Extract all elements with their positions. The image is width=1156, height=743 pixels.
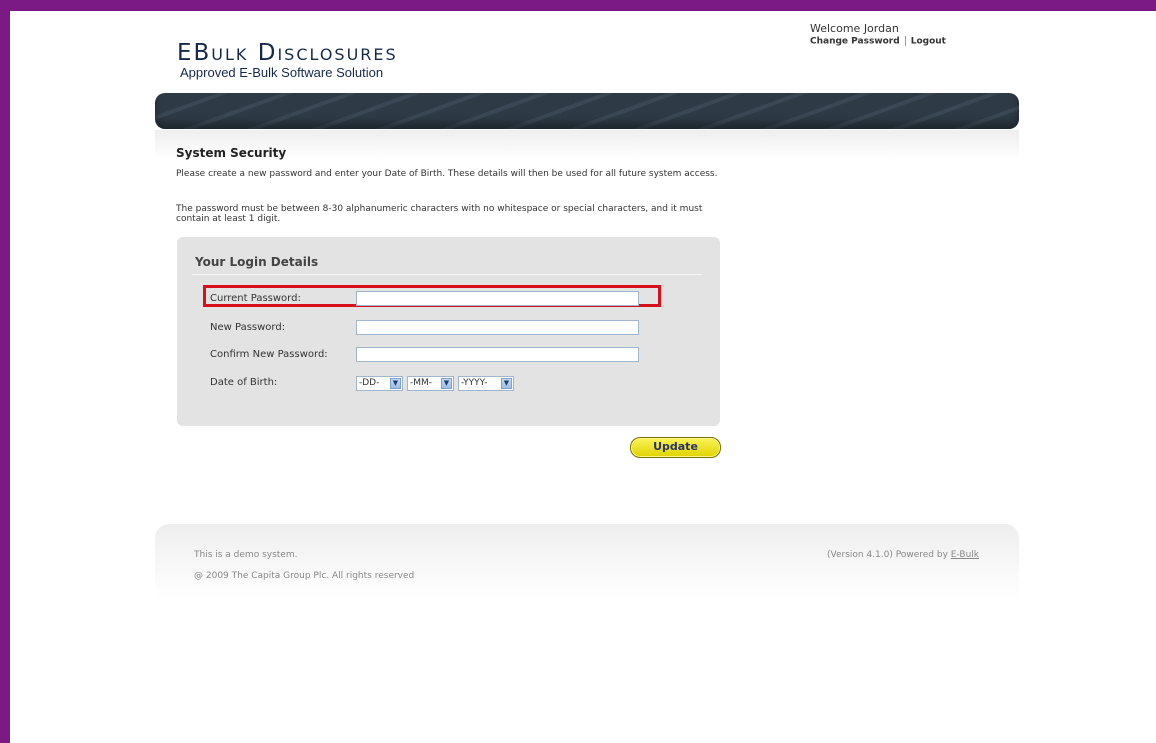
logo: EBulk Disclosures Approved E-Bulk Softwa… [177,41,398,80]
brand-name: EBulk Disclosures [177,40,398,66]
confirm-password-label: Confirm New Password: [210,349,328,360]
panel-divider [192,274,702,275]
current-password-label: Current Password: [210,293,301,304]
current-password-input[interactable] [356,291,639,306]
link-separator [904,36,906,46]
panel-title: Your Login Details [195,255,319,269]
nav-bar [155,93,1019,129]
dob-label: Date of Birth: [210,377,278,388]
change-password-link[interactable]: Change Password [810,37,900,47]
version-text: (Version 4.1.0) Powered by [827,550,948,560]
dob-month-value: -MM- [410,378,433,388]
chevron-down-icon: ▼ [441,378,452,389]
window-frame-left [0,0,10,743]
update-button[interactable]: Update [630,437,721,458]
footer: This is a demo system. @ 2009 The Capita… [155,524,1019,599]
page-title: System Security [176,146,287,160]
dob-month-select[interactable]: -MM- ▼ [407,376,454,391]
demo-notice: This is a demo system. [194,550,298,560]
copyright: @ 2009 The Capita Group Plc. All rights … [194,571,415,581]
confirm-password-input[interactable] [356,347,639,362]
page: EBulk Disclosures Approved E-Bulk Softwa… [10,11,1156,743]
new-password-input[interactable] [356,320,639,335]
user-panel: Welcome Jordan Change Password Logout [810,22,946,47]
dob-year-select[interactable]: -YYYY- ▼ [458,376,514,391]
dob-day-select[interactable]: -DD- ▼ [356,376,403,391]
brand-tagline: Approved E-Bulk Software Solution [180,65,384,80]
window-frame-top [0,0,1156,11]
password-rules-paragraph: The password must be between 8-30 alphan… [176,204,703,224]
chevron-down-icon: ▼ [501,378,512,389]
version-info: (Version 4.1.0) Powered by E-Bulk [827,550,979,560]
chevron-down-icon: ▼ [390,378,401,389]
login-details-panel: Your Login Details Current Password: New… [177,237,720,426]
dob-year-value: -YYYY- [461,378,488,388]
welcome-text: Welcome Jordan [810,22,899,35]
logout-link[interactable]: Logout [911,37,946,47]
dob-day-value: -DD- [359,378,380,388]
instructions-paragraph: Please create a new password and enter y… [176,169,718,179]
powered-by-link[interactable]: E-Bulk [951,550,979,560]
user-links: Change Password Logout [810,36,946,47]
new-password-label: New Password: [210,322,286,333]
